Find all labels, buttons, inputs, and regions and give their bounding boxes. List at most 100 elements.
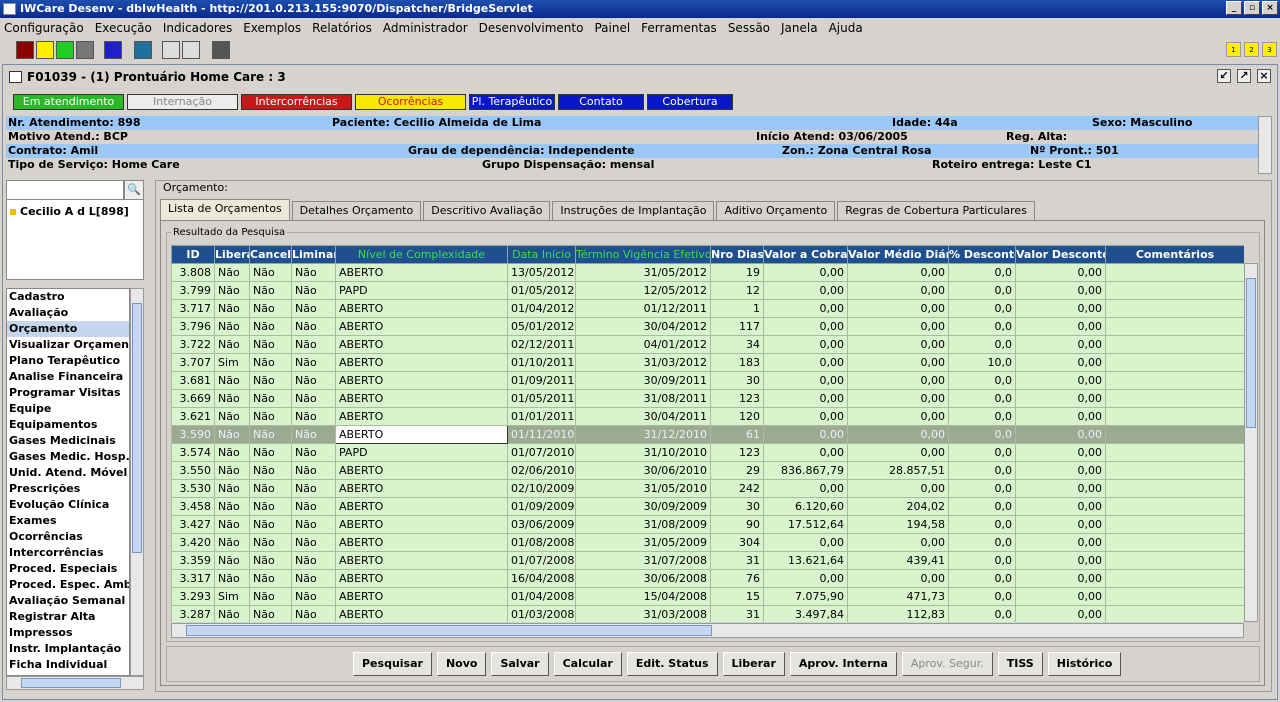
table-row[interactable]: 3.427 Não Não Não ABERTO 03/06/2009 31/08/2009… xyxy=(171,515,1244,534)
tab-instrucoes-de-implantacao[interactable]: Instruções de Implantação xyxy=(552,201,715,221)
cell-valor-desconto[interactable]: 0,00 xyxy=(1015,443,1106,462)
cell-libera[interactable]: Sim xyxy=(214,587,250,606)
nav-item-plano-terapeutico[interactable]: Plano Terapêutico xyxy=(7,353,129,369)
cell-valor-medio-diaria[interactable]: 0,00 xyxy=(847,263,949,282)
nav-horizontal-scrollbar[interactable] xyxy=(6,676,144,690)
cell-valor-medio-diaria[interactable]: 0,00 xyxy=(847,533,949,552)
cell-desconto[interactable]: 0,0 xyxy=(948,515,1016,534)
column-header-comentarios[interactable]: Comentários xyxy=(1105,245,1244,264)
cell-valor-medio-diaria[interactable]: 0,00 xyxy=(847,479,949,498)
tab-lista-de-orcamentos[interactable]: Lista de Orçamentos xyxy=(160,199,290,221)
cell-liminar[interactable]: Não xyxy=(291,407,336,426)
toolbar-window-1-button[interactable]: 1 xyxy=(1226,42,1241,57)
nav-item-registrar-alta[interactable]: Registrar Alta xyxy=(7,609,129,625)
table-vertical-scrollbar[interactable] xyxy=(1244,263,1258,622)
cell-libera[interactable]: Não xyxy=(214,335,250,354)
cell-valor-desconto[interactable]: 0,00 xyxy=(1015,353,1106,372)
cell-valor-medio-diaria[interactable]: 0,00 xyxy=(847,425,949,444)
cell-nivel-de-complexidade[interactable]: ABERTO xyxy=(335,605,508,622)
cell-data-inicio[interactable]: 01/09/2011 xyxy=(507,371,576,390)
table-row[interactable]: 3.707 Sim Não Não ABERTO 01/10/2011 31/03/2012… xyxy=(171,353,1244,372)
cell-desconto[interactable]: 0,0 xyxy=(948,317,1016,336)
cell-termino-vigencia-efetivo[interactable]: 31/03/2012 xyxy=(575,353,711,372)
cell-id[interactable]: 3.722 xyxy=(171,335,215,354)
cell-termino-vigencia-efetivo[interactable]: 30/09/2011 xyxy=(575,371,711,390)
cell-id[interactable]: 3.796 xyxy=(171,317,215,336)
column-header-liminar[interactable]: Liminar xyxy=(291,245,336,264)
cell-data-inicio[interactable]: 01/05/2011 xyxy=(507,389,576,408)
cell-nro-dias[interactable]: 15 xyxy=(710,587,764,606)
status-tab-ocorrencias[interactable]: Ocorrências xyxy=(355,94,466,110)
table-row[interactable]: 3.420 Não Não Não ABERTO 01/08/2008 31/05/2009… xyxy=(171,533,1244,552)
cell-nro-dias[interactable]: 123 xyxy=(710,389,764,408)
cell-desconto[interactable]: 0,0 xyxy=(948,371,1016,390)
cell-termino-vigencia-efetivo[interactable]: 30/04/2012 xyxy=(575,317,711,336)
search-icon[interactable]: 🔍 xyxy=(124,180,144,200)
cell-comentarios[interactable] xyxy=(1105,515,1244,534)
status-tab-intercorrencias[interactable]: Intercorrências xyxy=(241,94,352,110)
menu-sessao[interactable]: Sessão xyxy=(728,21,770,35)
cell-termino-vigencia-efetivo[interactable]: 01/12/2011 xyxy=(575,299,711,318)
cell-desconto[interactable]: 0,0 xyxy=(948,605,1016,622)
cell-termino-vigencia-efetivo[interactable]: 30/04/2011 xyxy=(575,407,711,426)
cell-nro-dias[interactable]: 76 xyxy=(710,569,764,588)
cell-termino-vigencia-efetivo[interactable]: 31/05/2009 xyxy=(575,533,711,552)
cell-desconto[interactable]: 0,0 xyxy=(948,407,1016,426)
nav-item-gases-medicinais[interactable]: Gases Medicinais xyxy=(7,433,129,449)
cell-cancela[interactable]: Não xyxy=(249,587,292,606)
cell-valor-a-cobrar[interactable]: 17.512,64 xyxy=(763,515,848,534)
nav-item-unid-atend-movel[interactable]: Unid. Atend. Móvel xyxy=(7,465,129,481)
cell-desconto[interactable]: 0,0 xyxy=(948,533,1016,552)
cell-cancela[interactable]: Não xyxy=(249,605,292,622)
cell-libera[interactable]: Não xyxy=(214,497,250,516)
cell-cancela[interactable]: Não xyxy=(249,515,292,534)
nav-item-proced-espec-amb[interactable]: Proced. Espec. Amb. xyxy=(7,577,129,593)
calcular-button[interactable]: Calcular xyxy=(553,652,622,676)
cell-valor-medio-diaria[interactable]: 0,00 xyxy=(847,389,949,408)
cell-data-inicio[interactable]: 16/04/2008 xyxy=(507,569,576,588)
cell-valor-desconto[interactable]: 0,00 xyxy=(1015,515,1106,534)
cell-valor-medio-diaria[interactable]: 0,00 xyxy=(847,335,949,354)
cell-nivel-de-complexidade[interactable]: ABERTO xyxy=(335,533,508,552)
cell-valor-desconto[interactable]: 0,00 xyxy=(1015,479,1106,498)
cell-id[interactable]: 3.717 xyxy=(171,299,215,318)
cell-id[interactable]: 3.707 xyxy=(171,353,215,372)
cell-comentarios[interactable] xyxy=(1105,551,1244,570)
cell-comentarios[interactable] xyxy=(1105,371,1244,390)
cell-nro-dias[interactable]: 34 xyxy=(710,335,764,354)
cell-data-inicio[interactable]: 02/12/2011 xyxy=(507,335,576,354)
cell-data-inicio[interactable]: 01/07/2010 xyxy=(507,443,576,462)
cell-nro-dias[interactable]: 123 xyxy=(710,443,764,462)
nav-item-orcamento[interactable]: Orçamento xyxy=(7,321,129,337)
status-tab-em-atendimento[interactable]: Em atendimento xyxy=(13,94,124,110)
cell-valor-desconto[interactable]: 0,00 xyxy=(1015,263,1106,282)
cell-valor-a-cobrar[interactable]: 0,00 xyxy=(763,479,848,498)
nav-item-cadastro[interactable]: Cadastro xyxy=(7,289,129,305)
cell-nro-dias[interactable]: 1 xyxy=(710,299,764,318)
cell-valor-desconto[interactable]: 0,00 xyxy=(1015,497,1106,516)
cell-valor-a-cobrar[interactable]: 0,00 xyxy=(763,335,848,354)
cell-libera[interactable]: Não xyxy=(214,443,250,462)
cell-cancela[interactable]: Não xyxy=(249,533,292,552)
column-header-valor-medio-diaria[interactable]: Valor Médio Diária xyxy=(847,245,949,264)
cell-valor-medio-diaria[interactable]: 194,58 xyxy=(847,515,949,534)
cell-data-inicio[interactable]: 01/01/2011 xyxy=(507,407,576,426)
cell-liminar[interactable]: Não xyxy=(291,389,336,408)
cell-id[interactable]: 3.317 xyxy=(171,569,215,588)
cell-libera[interactable]: Não xyxy=(214,281,250,300)
cell-liminar[interactable]: Não xyxy=(291,371,336,390)
column-header-libera[interactable]: Libera xyxy=(214,245,250,264)
status-tab-pl-terapeutico[interactable]: Pl. Terapêutico xyxy=(469,94,555,110)
cell-nro-dias[interactable]: 183 xyxy=(710,353,764,372)
cell-liminar[interactable]: Não xyxy=(291,569,336,588)
table-row[interactable]: 3.681 Não Não Não ABERTO 01/09/2011 30/09/2011… xyxy=(171,371,1244,390)
aprov-segur-button[interactable]: Aprov. Segur. xyxy=(901,652,993,676)
table-horizontal-scrollbar[interactable] xyxy=(171,623,1244,638)
nav-item-prescricoes[interactable]: Prescrições xyxy=(7,481,129,497)
table-row[interactable]: 3.796 Não Não Não ABERTO 05/01/2012 30/04/2012… xyxy=(171,317,1244,336)
table-row[interactable]: 3.550 Não Não Não ABERTO 02/06/2010 30/06/2010… xyxy=(171,461,1244,480)
nav-item-gases-medic-hosp[interactable]: Gases Medic. Hosp. xyxy=(7,449,129,465)
cell-cancela[interactable]: Não xyxy=(249,371,292,390)
cell-nro-dias[interactable]: 61 xyxy=(710,425,764,444)
tree-item-patient[interactable]: Cecilio A d L[898] xyxy=(10,205,129,218)
